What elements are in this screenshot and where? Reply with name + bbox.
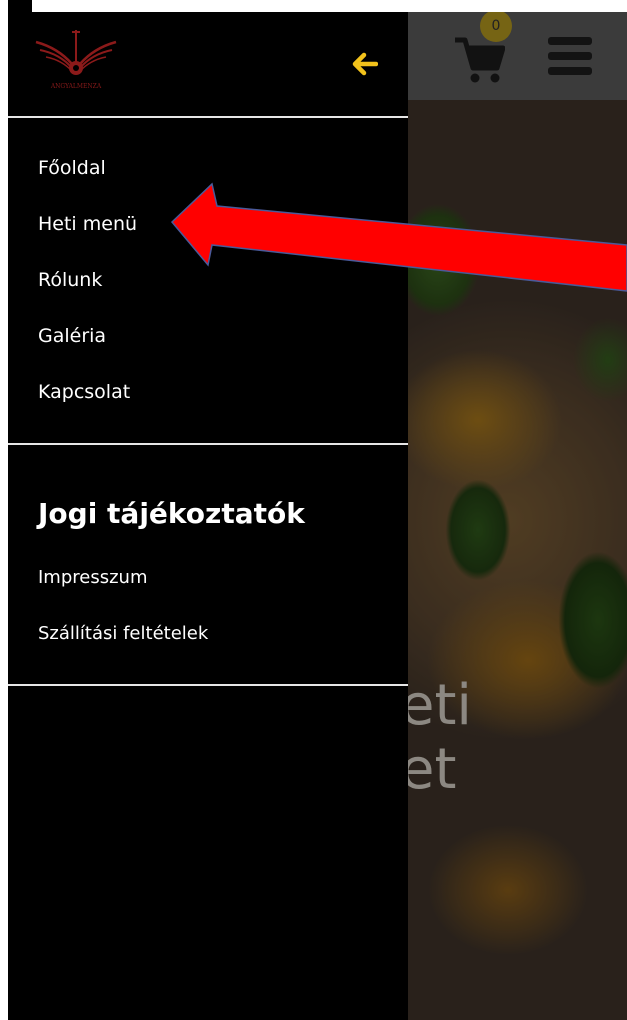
logo-text: ANGYALMENZA [50,83,102,90]
divider [8,116,408,118]
legal-section-title: Jogi tájékoztatók [38,497,305,530]
nav-item-fooldal[interactable]: Főoldal [38,157,106,179]
divider [8,443,408,445]
nav-drawer: ANGYALMENZA Főoldal Heti menü Rólunk Gal… [8,12,408,1020]
arrow-left-icon[interactable] [350,52,378,76]
nav-item-galeria[interactable]: Galéria [38,325,106,347]
divider [8,684,408,686]
legal-item-impresszum[interactable]: Impresszum [38,567,148,588]
legal-item-szallitasi-feltetelek[interactable]: Szállítási feltételek [38,623,208,644]
nav-item-rolunk[interactable]: Rólunk [38,269,102,291]
nav-item-heti-menu[interactable]: Heti menü [38,213,137,235]
corner-mark [8,0,32,12]
nav-item-kapcsolat[interactable]: Kapcsolat [38,381,130,403]
logo[interactable]: ANGYALMENZA [32,24,120,92]
drawer-header: ANGYALMENZA [8,12,408,116]
